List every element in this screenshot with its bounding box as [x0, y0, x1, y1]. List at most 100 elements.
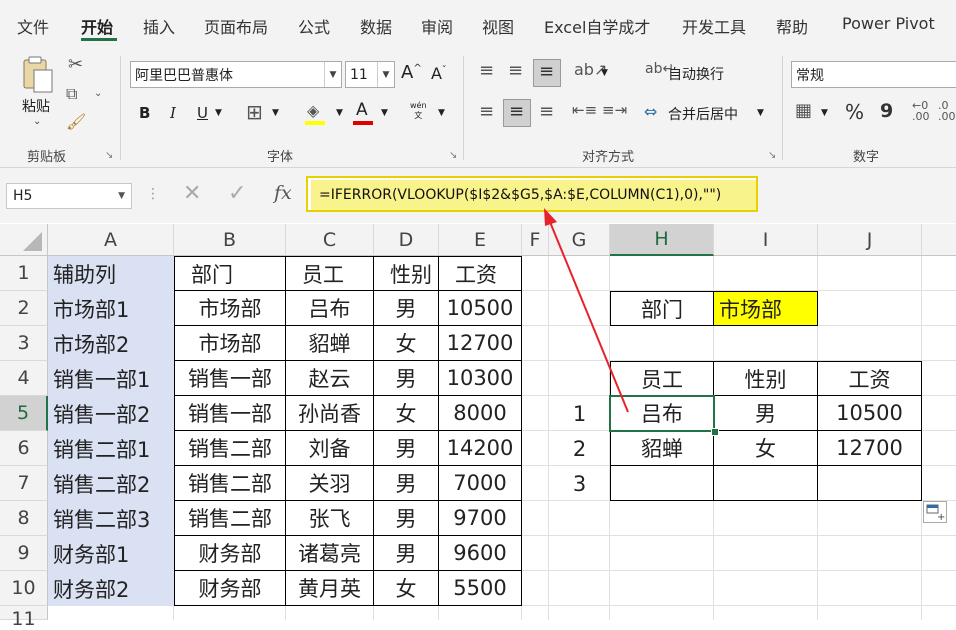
menu-view[interactable]: 视图 [482, 14, 514, 38]
copy-icon[interactable]: ⧉ [66, 84, 77, 104]
cell-employee[interactable]: 吕布 [286, 291, 374, 326]
cell-salary[interactable]: 9700 [439, 501, 522, 536]
cell-helper[interactable]: 财务部1 [48, 536, 174, 571]
underline-chevron-icon[interactable]: ▼ [215, 108, 222, 118]
lookup-header-gender[interactable]: 性别 [714, 361, 818, 396]
cell-gender[interactable]: 女 [374, 396, 439, 431]
cell-dept[interactable]: 销售二部 [174, 431, 286, 466]
cell-employee[interactable]: 关羽 [286, 466, 374, 501]
cell-helper[interactable]: 销售一部2 [48, 396, 174, 431]
fill-handle[interactable] [711, 428, 719, 436]
percent-button[interactable]: % [845, 100, 864, 124]
cancel-icon[interactable]: ✕ [183, 181, 201, 206]
underline-button[interactable]: U [197, 104, 208, 122]
font-dialog-launcher-icon[interactable]: ↘ [449, 150, 457, 161]
font-name-select[interactable]: 阿里巴巴普惠体 ▼ [130, 61, 342, 88]
cell-dept[interactable]: 销售一部 [174, 396, 286, 431]
orientation-chevron-icon[interactable]: ▼ [601, 68, 608, 78]
decrease-font-icon[interactable]: Aˇ [431, 64, 446, 83]
cell-helper[interactable]: 市场部2 [48, 326, 174, 361]
borders-chevron-icon[interactable]: ▼ [272, 108, 279, 118]
column-header-f[interactable]: F [522, 224, 549, 256]
italic-button[interactable]: I [170, 104, 176, 122]
cell-gender[interactable]: 女 [374, 571, 439, 606]
cell-salary[interactable]: 14200 [439, 431, 522, 466]
font-color-chevron-icon[interactable]: ▼ [381, 108, 388, 118]
cell-gender[interactable]: 男 [374, 536, 439, 571]
lookup-header-salary[interactable]: 工资 [818, 361, 922, 396]
column-header-b[interactable]: B [174, 224, 286, 256]
header-cell-helper[interactable]: 辅助列 [48, 256, 174, 291]
column-header-d[interactable]: D [374, 224, 439, 256]
lookup-cell-employee[interactable]: 貂蝉 [610, 431, 714, 466]
increase-font-icon[interactable]: A^ [401, 62, 422, 83]
dept-label-cell[interactable]: 部门 [610, 291, 714, 326]
paste-label[interactable]: 粘贴 [22, 96, 50, 116]
cell-dept[interactable]: 财务部 [174, 536, 286, 571]
menu-power-pivot[interactable]: Power Pivot [842, 14, 935, 33]
cell-salary[interactable]: 5500 [439, 571, 522, 606]
cell-gender[interactable]: 男 [374, 501, 439, 536]
header-cell-gender[interactable]: 性别 [374, 256, 439, 291]
cut-icon[interactable]: ✂ [68, 54, 83, 75]
row-header-2[interactable]: 2 [0, 291, 48, 326]
row-header-8[interactable]: 8 [0, 501, 48, 536]
cell-employee[interactable]: 赵云 [286, 361, 374, 396]
cell-dept[interactable]: 市场部 [174, 326, 286, 361]
cell-helper[interactable]: 销售二部1 [48, 431, 174, 466]
cell-helper[interactable]: 销售二部3 [48, 501, 174, 536]
menu-page-layout[interactable]: 页面布局 [204, 14, 268, 38]
insert-function-button[interactable]: fx [274, 182, 292, 204]
cell-gender[interactable]: 男 [374, 361, 439, 396]
index-cell-1[interactable]: 1 [549, 396, 610, 431]
cell-gender[interactable]: 女 [374, 326, 439, 361]
cell-salary[interactable]: 8000 [439, 396, 522, 431]
name-box-chevron-icon[interactable]: ▼ [118, 184, 125, 208]
lookup-cell-gender[interactable] [714, 466, 818, 501]
cell-dept[interactable]: 市场部 [174, 291, 286, 326]
increase-decimal-icon[interactable]: ←0.00 [912, 100, 930, 122]
fill-color-icon[interactable]: ◈ [307, 101, 319, 120]
accounting-format-icon[interactable]: ▦ [795, 100, 812, 121]
clipboard-dialog-launcher-icon[interactable]: ↘ [105, 150, 113, 161]
alignment-dialog-launcher-icon[interactable]: ↘ [768, 150, 776, 161]
align-right-icon[interactable]: ≡ [539, 101, 554, 122]
row-header-10[interactable]: 10 [0, 571, 48, 606]
index-cell-2[interactable]: 2 [549, 431, 610, 466]
lookup-cell-salary[interactable] [818, 466, 922, 501]
cell-gender[interactable]: 男 [374, 466, 439, 501]
cell-employee[interactable]: 黄月英 [286, 571, 374, 606]
menu-help[interactable]: 帮助 [776, 14, 808, 38]
lookup-cell-gender[interactable]: 女 [714, 431, 818, 466]
chevron-down-icon[interactable]: ▼ [324, 62, 341, 87]
name-box[interactable]: H5 ▼ [6, 183, 132, 209]
menu-formulas[interactable]: 公式 [298, 14, 330, 38]
format-painter-icon[interactable]: 🖌 [66, 112, 86, 131]
cell-employee[interactable]: 刘备 [286, 431, 374, 466]
column-header-h[interactable]: H [610, 224, 714, 256]
number-format-select[interactable]: 常规 [791, 61, 956, 88]
quick-analysis-icon[interactable]: + [923, 501, 947, 523]
merge-chevron-icon[interactable]: ▼ [757, 108, 764, 118]
wrap-text-button[interactable]: 自动换行 [668, 64, 724, 84]
row-header-3[interactable]: 3 [0, 326, 48, 361]
header-cell-employee[interactable]: 员工 [286, 256, 374, 291]
align-top-icon[interactable]: ≡ [479, 60, 494, 81]
cell-employee[interactable]: 张飞 [286, 501, 374, 536]
decrease-indent-icon[interactable]: ⇤≡ [572, 101, 597, 119]
row-header-7[interactable]: 7 [0, 466, 48, 501]
font-color-icon[interactable]: A [356, 100, 368, 120]
lookup-cell-salary[interactable]: 10500 [818, 396, 922, 431]
column-header-k[interactable] [922, 224, 956, 256]
decrease-decimal-icon[interactable]: .0.00 [938, 100, 956, 122]
align-center-icon[interactable]: ≡ [509, 101, 524, 122]
index-cell-3[interactable]: 3 [549, 466, 610, 501]
cell-salary[interactable]: 7000 [439, 466, 522, 501]
row-header-6[interactable]: 6 [0, 431, 48, 466]
cell-dept[interactable]: 销售二部 [174, 501, 286, 536]
column-header-i[interactable]: I [714, 224, 818, 256]
menu-review[interactable]: 审阅 [421, 14, 453, 38]
menu-developer[interactable]: 开发工具 [682, 14, 746, 38]
cell-employee[interactable]: 貂蝉 [286, 326, 374, 361]
borders-icon[interactable]: ⊞ [246, 100, 263, 124]
